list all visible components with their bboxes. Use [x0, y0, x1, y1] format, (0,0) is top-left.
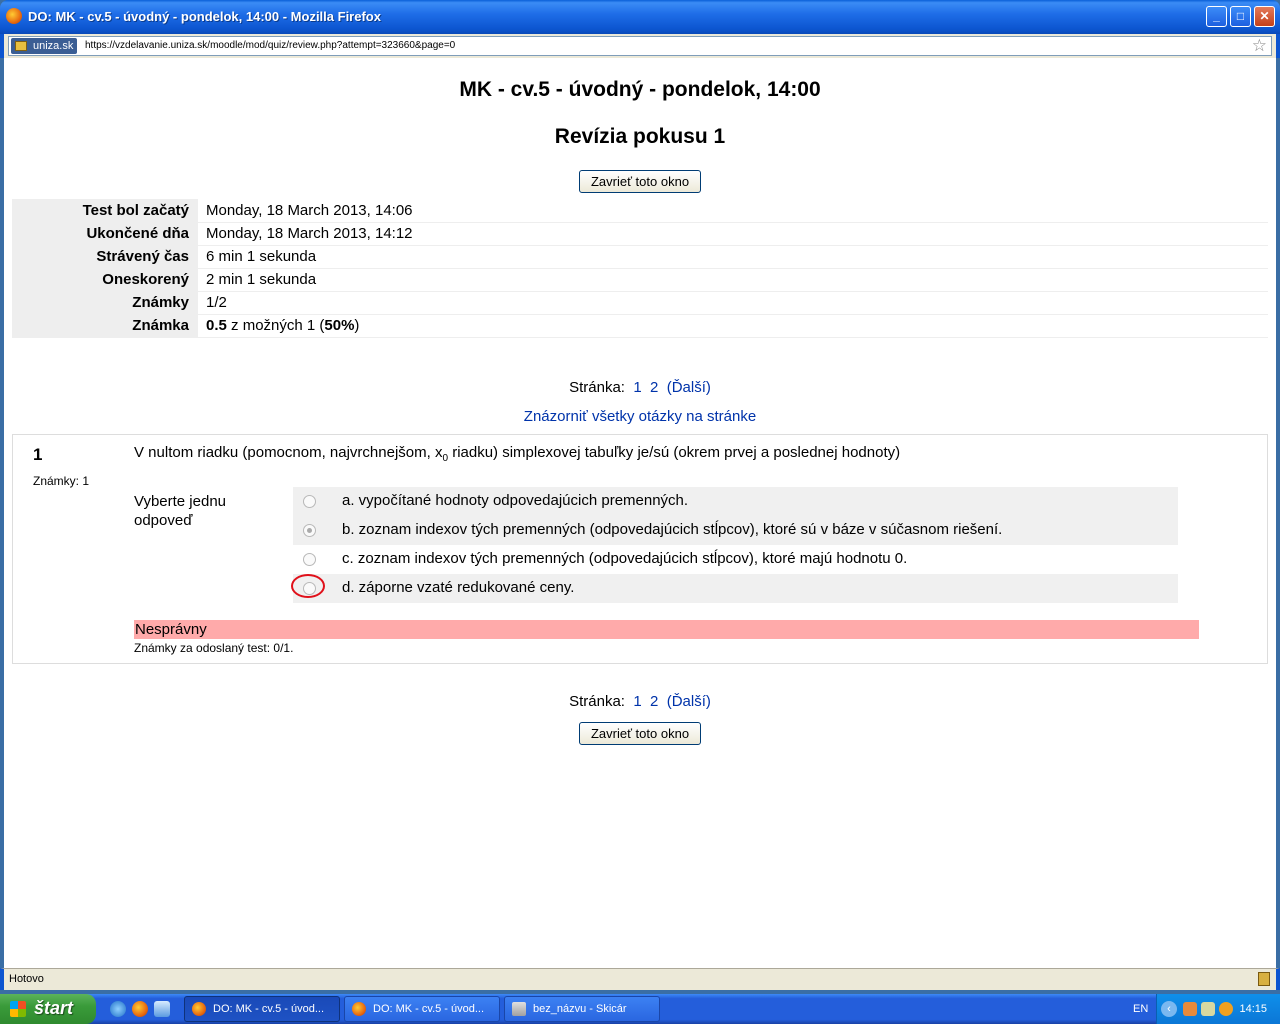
- pager-top: Stránka: 1 2 (Ďalší): [4, 379, 1276, 396]
- summary-label: Strávený čas: [12, 245, 198, 269]
- firefox-icon: [6, 8, 22, 24]
- grade-percent: 50%: [324, 317, 355, 334]
- answer-prompt: Vyberte jednu odpoveď: [134, 493, 227, 529]
- feedback-incorrect: Nesprávny: [134, 620, 1199, 639]
- firefox-icon: [192, 1002, 206, 1016]
- grade-text: z možných 1 (: [226, 317, 325, 334]
- summary-value: 6 min 1 sekunda: [198, 245, 1268, 269]
- answer-option[interactable]: c. zoznam indexov tých premenných (odpov…: [293, 545, 1178, 574]
- close-window-button[interactable]: Zavrieť toto okno: [579, 170, 701, 193]
- pager-page-2-link[interactable]: 2: [650, 693, 658, 710]
- close-window-button[interactable]: Zavrieť toto okno: [579, 722, 701, 745]
- summary-label: Test bol začatý: [12, 199, 198, 223]
- question-text: V nultom riadku (pomocnom, najvrchnejšom…: [134, 444, 900, 464]
- tray-status-icon[interactable]: [1219, 1002, 1233, 1016]
- grade-close: ): [354, 317, 360, 334]
- question-marks: Známky: 1: [33, 474, 90, 488]
- page-subtitle: Revízia pokusu 1: [554, 125, 726, 148]
- grade-value: 0.5 z možných 1 (50%): [198, 314, 1268, 338]
- pager-next-link[interactable]: (Ďalší): [667, 693, 711, 710]
- summary-value: 1/2: [198, 291, 1268, 315]
- summary-label: Oneskorený: [12, 268, 198, 292]
- red-circle-annotation: [291, 574, 325, 598]
- page-content: MK - cv.5 - úvodný - pondelok, 14:00 Rev…: [4, 58, 1276, 968]
- window-title: DO: MK - cv.5 - úvodný - pondelok, 14:00…: [28, 9, 381, 24]
- page-title: MK - cv.5 - úvodný - pondelok, 14:00: [459, 78, 821, 101]
- site-identity-icon: [15, 41, 27, 51]
- pager-next-link[interactable]: (Ďalší): [667, 379, 711, 396]
- firefox-icon: [352, 1002, 366, 1016]
- window-titlebar: DO: MK - cv.5 - úvodný - pondelok, 14:00…: [0, 0, 1280, 34]
- url-field[interactable]: uniza.sk https://vzdelavanie.uniza.sk/mo…: [8, 36, 1272, 56]
- summary-row: Strávený čas 6 min 1 sekunda: [12, 245, 1268, 269]
- answer-option[interactable]: a. vypočítané hodnoty odpovedajúcich pre…: [293, 487, 1178, 516]
- attempt-summary-table: Test bol začatý Monday, 18 March 2013, 1…: [12, 199, 1268, 338]
- summary-value: Monday, 18 March 2013, 14:12: [198, 222, 1268, 246]
- summary-row: Známka 0.5 z možných 1 (50%): [12, 314, 1268, 338]
- answer-option[interactable]: b. zoznam indexov tých premenných (odpov…: [293, 516, 1178, 545]
- taskbar-item-paint[interactable]: bez_názvu - Skicár: [504, 996, 660, 1022]
- address-bar: uniza.sk https://vzdelavanie.uniza.sk/mo…: [0, 34, 1280, 58]
- answer-radio[interactable]: [303, 495, 316, 508]
- pager-page-1: 1: [633, 693, 642, 710]
- pager-page-1: 1: [633, 379, 642, 396]
- start-label: štart: [34, 998, 74, 1018]
- answer-radio-selected[interactable]: [303, 524, 316, 537]
- status-text: Hotovo: [9, 973, 44, 985]
- answer-text: d. záporne vzaté redukované ceny.: [342, 579, 575, 596]
- summary-row: Test bol začatý Monday, 18 March 2013, 1…: [12, 199, 1268, 223]
- show-desktop-icon[interactable]: [154, 1001, 170, 1017]
- start-button[interactable]: štart: [0, 994, 96, 1024]
- task-label: DO: MK - cv.5 - úvod...: [213, 1003, 325, 1015]
- answer-text: a. vypočítané hodnoty odpovedajúcich pre…: [342, 492, 689, 509]
- question-text-start: V nultom riadku (pomocnom, najvrchnejšom…: [134, 444, 443, 461]
- firefox-quicklaunch-icon[interactable]: [132, 1001, 148, 1017]
- system-tray: ‹ 14:15: [1156, 994, 1280, 1024]
- taskbar: štart DO: MK - cv.5 - úvod... DO: MK - c…: [0, 994, 1280, 1024]
- paint-icon: [512, 1002, 526, 1016]
- maximize-button[interactable]: □: [1230, 6, 1251, 27]
- pager-label: Stránka:: [569, 693, 625, 710]
- summary-row: Ukončené dňa Monday, 18 March 2013, 14:1…: [12, 222, 1268, 246]
- summary-row: Známky 1/2: [12, 291, 1268, 315]
- pager-bottom: Stránka: 1 2 (Ďalší): [4, 693, 1276, 710]
- task-label: bez_názvu - Skicár: [533, 1003, 627, 1015]
- taskbar-item-firefox-1[interactable]: DO: MK - cv.5 - úvod...: [184, 996, 340, 1022]
- bookmark-star-icon[interactable]: ☆: [1252, 36, 1267, 56]
- answer-option[interactable]: d. záporne vzaté redukované ceny.: [291, 574, 1178, 603]
- question-box: 1 Známky: 1 V nultom riadku (pomocnom, n…: [12, 434, 1268, 664]
- url-text: https://vzdelavanie.uniza.sk/moodle/mod/…: [85, 40, 456, 51]
- pager-label: Stránka:: [569, 379, 625, 396]
- site-identity-label: uniza.sk: [33, 40, 74, 52]
- summary-label: Známka: [12, 314, 198, 338]
- padlock-icon: [1258, 972, 1270, 986]
- pager-page-2-link[interactable]: 2: [650, 379, 658, 396]
- question-text-end: riadku) simplexovej tabuľky je/sú (okrem…: [448, 444, 901, 461]
- internet-explorer-icon[interactable]: [110, 1001, 126, 1017]
- summary-label: Známky: [12, 291, 198, 315]
- site-identity-button[interactable]: uniza.sk: [11, 38, 78, 54]
- status-bar: Hotovo: [0, 968, 1280, 990]
- show-all-questions-link[interactable]: Znázorniť všetky otázky na stránke: [4, 408, 1276, 425]
- grade-score: 0.5: [206, 317, 227, 334]
- summary-row: Oneskorený 2 min 1 sekunda: [12, 268, 1268, 292]
- tray-expand-icon[interactable]: ‹: [1161, 1001, 1177, 1017]
- feedback-marks: Známky za odoslaný test: 0/1.: [134, 641, 294, 655]
- summary-value: Monday, 18 March 2013, 14:06: [198, 199, 1268, 223]
- language-indicator[interactable]: EN: [1133, 1003, 1148, 1015]
- answer-text: b. zoznam indexov tých premenných (odpov…: [342, 521, 1003, 538]
- clock: 14:15: [1239, 1003, 1267, 1015]
- answer-radio[interactable]: [303, 553, 316, 566]
- close-button[interactable]: ✕: [1254, 6, 1275, 27]
- tray-app-icon[interactable]: [1183, 1002, 1197, 1016]
- windows-flag-icon: [10, 1001, 26, 1017]
- taskbar-item-firefox-2[interactable]: DO: MK - cv.5 - úvod...: [344, 996, 500, 1022]
- question-number: 1: [33, 445, 43, 464]
- summary-label: Ukončené dňa: [12, 222, 198, 246]
- task-label: DO: MK - cv.5 - úvod...: [373, 1003, 485, 1015]
- summary-value: 2 min 1 sekunda: [198, 268, 1268, 292]
- network-icon[interactable]: [1201, 1002, 1215, 1016]
- answer-text: c. zoznam indexov tých premenných (odpov…: [342, 550, 908, 567]
- minimize-button[interactable]: _: [1206, 6, 1227, 27]
